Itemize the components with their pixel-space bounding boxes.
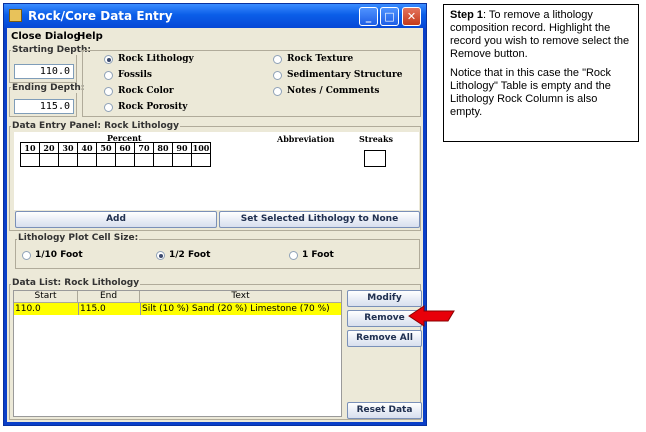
set-lithology-none-button[interactable]: Set Selected Lithology to None xyxy=(219,211,420,228)
note-step: Step 1: To remove a lithology compositio… xyxy=(450,9,632,61)
row-text: Silt (10 %) Sand (20 %) Limestone (70 %) xyxy=(142,304,330,314)
radio-sedimentary-structure[interactable] xyxy=(273,71,282,80)
percent-cell[interactable] xyxy=(115,153,135,167)
ending-depth-label: Ending Depth: xyxy=(11,83,86,93)
percent-col-90: 90 xyxy=(172,142,192,154)
table-header: Start End Text xyxy=(14,291,341,303)
ending-depth-field[interactable]: 115.0 xyxy=(14,99,74,114)
radio-rock-color[interactable] xyxy=(104,87,113,96)
streaks-heading: Streaks xyxy=(359,134,394,144)
starting-depth-label: Starting Depth: xyxy=(11,45,92,55)
row-divider xyxy=(78,303,79,315)
instruction-note: Step 1: To remove a lithology compositio… xyxy=(443,4,639,142)
window-title: Rock/Core Data Entry xyxy=(28,9,173,23)
note-step-label: Step 1 xyxy=(450,9,484,21)
data-list-table: Start End Text 110.0 115.0 Silt (10 %) S… xyxy=(13,290,342,417)
menu-bar: Close Dialog Help xyxy=(7,28,423,45)
label-rock-texture: Rock Texture xyxy=(287,54,354,64)
data-entry-panel-title: Data Entry Panel: Rock Lithology xyxy=(11,121,180,131)
label-rock-lithology: Rock Lithology xyxy=(118,54,194,64)
radio-cell-tenth-foot[interactable] xyxy=(22,251,31,260)
label-rock-porosity: Rock Porosity xyxy=(118,102,188,112)
label-fossils: Fossils xyxy=(118,70,152,80)
percent-cell[interactable] xyxy=(191,153,211,167)
row-end: 115.0 xyxy=(80,304,106,314)
streaks-box[interactable] xyxy=(364,150,386,167)
radio-fossils[interactable] xyxy=(104,71,113,80)
radio-rock-texture[interactable] xyxy=(273,55,282,64)
data-list-title: Data List: Rock Lithology xyxy=(11,278,141,288)
percent-cell[interactable] xyxy=(153,153,173,167)
menu-help[interactable]: Help xyxy=(77,31,103,42)
percent-col-70: 70 xyxy=(134,142,154,154)
close-button[interactable]: ✕ xyxy=(402,7,421,26)
add-button[interactable]: Add xyxy=(15,211,217,228)
maximize-button[interactable]: □ xyxy=(380,7,399,26)
row-divider xyxy=(140,303,141,315)
percent-col-60: 60 xyxy=(115,142,135,154)
percent-cell[interactable] xyxy=(39,153,59,167)
percent-col-10: 10 xyxy=(20,142,40,154)
remove-all-button[interactable]: Remove All xyxy=(347,330,422,347)
label-cell-one-foot: 1 Foot xyxy=(302,250,334,260)
radio-rock-porosity[interactable] xyxy=(104,103,113,112)
percent-grid: 10 20 30 40 50 60 70 80 90 100 xyxy=(20,142,211,167)
label-cell-half-foot: 1/2 Foot xyxy=(169,250,211,260)
radio-rock-lithology[interactable] xyxy=(104,55,113,64)
minimize-button[interactable]: _ xyxy=(359,7,378,26)
label-rock-color: Rock Color xyxy=(118,86,174,96)
percent-cell[interactable] xyxy=(20,153,40,167)
app-icon xyxy=(9,9,22,22)
percent-col-50: 50 xyxy=(96,142,116,154)
window-client-area: Close Dialog Help Starting Depth: 110.0 … xyxy=(7,28,423,422)
column-start[interactable]: Start xyxy=(14,291,78,302)
menu-close-dialog[interactable]: Close Dialog xyxy=(11,31,81,42)
percent-col-20: 20 xyxy=(39,142,59,154)
abbreviation-heading: Abbreviation xyxy=(277,134,335,144)
reset-data-button[interactable]: Reset Data xyxy=(347,402,422,419)
red-arrow-icon xyxy=(408,305,455,327)
table-row[interactable]: 110.0 115.0 Silt (10 %) Sand (20 %) Lime… xyxy=(14,303,341,315)
percent-cell[interactable] xyxy=(58,153,78,167)
column-end[interactable]: End xyxy=(78,291,140,302)
percent-col-100: 100 xyxy=(191,142,211,154)
percent-col-80: 80 xyxy=(153,142,173,154)
title-bar[interactable]: Rock/Core Data Entry _ □ ✕ xyxy=(4,4,426,28)
radio-cell-half-foot[interactable] xyxy=(156,251,165,260)
percent-col-40: 40 xyxy=(77,142,97,154)
application-window: Rock/Core Data Entry _ □ ✕ Close Dialog … xyxy=(3,3,427,426)
radio-cell-one-foot[interactable] xyxy=(289,251,298,260)
percent-cell[interactable] xyxy=(172,153,192,167)
percent-cell[interactable] xyxy=(134,153,154,167)
percent-cell[interactable] xyxy=(77,153,97,167)
label-notes-comments: Notes / Comments xyxy=(287,86,380,96)
starting-depth-field[interactable]: 110.0 xyxy=(14,64,74,79)
percent-cell[interactable] xyxy=(96,153,116,167)
radio-notes-comments[interactable] xyxy=(273,87,282,96)
label-sedimentary-structure: Sedimentary Structure xyxy=(287,70,403,80)
percent-col-30: 30 xyxy=(58,142,78,154)
label-cell-tenth-foot: 1/10 Foot xyxy=(35,250,83,260)
cell-size-title: Lithology Plot Cell Size: xyxy=(17,233,140,243)
column-text[interactable]: Text xyxy=(140,291,341,302)
note-notice: Notice that in this case the "Rock Litho… xyxy=(450,67,612,118)
row-start: 110.0 xyxy=(15,304,41,314)
